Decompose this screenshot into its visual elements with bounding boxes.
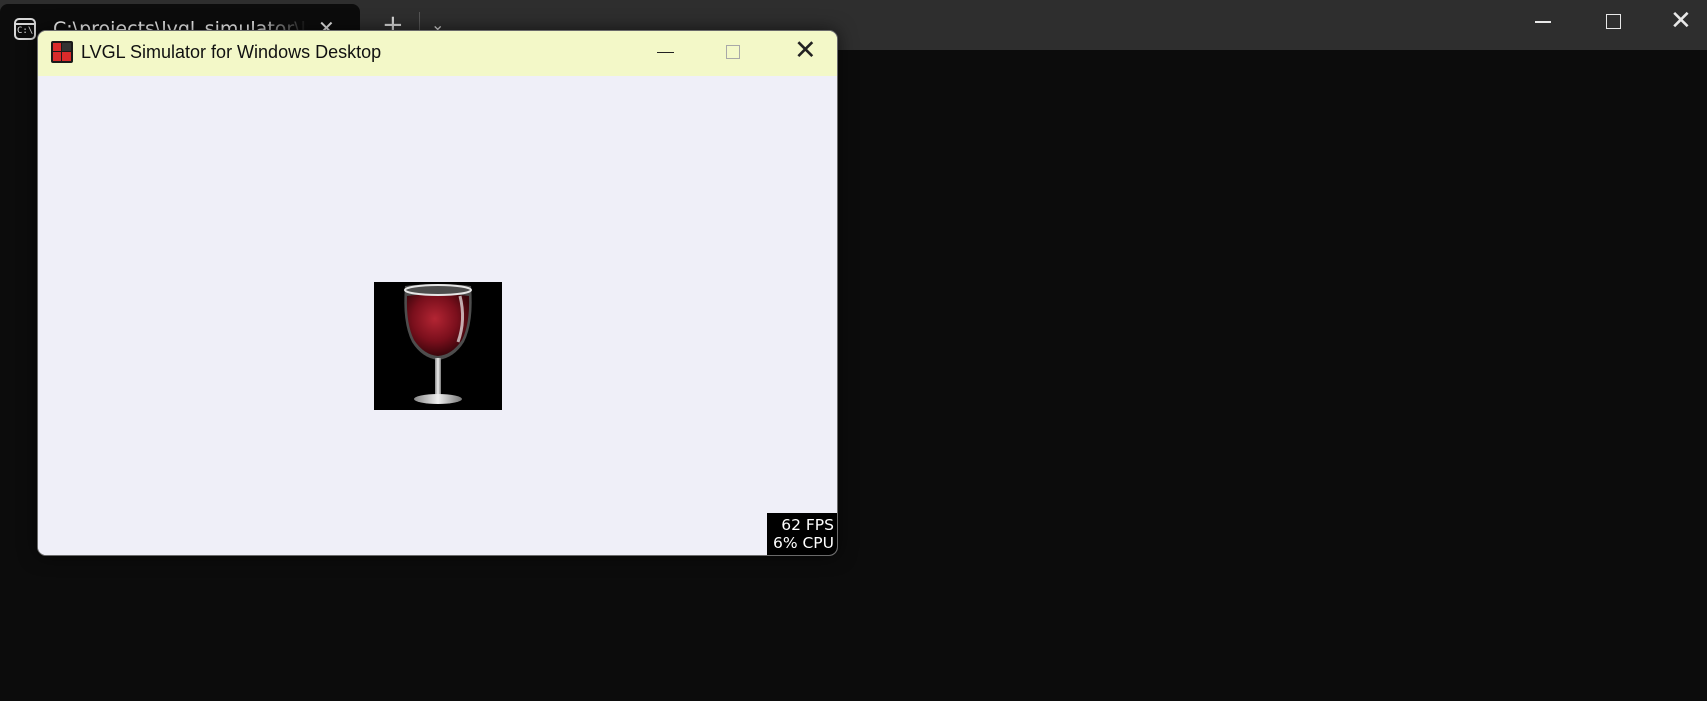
lvgl-simulator-window: LVGL Simulator for Windows Desktop ✕ 62 … bbox=[37, 30, 838, 556]
minimize-icon[interactable] bbox=[1533, 9, 1553, 31]
performance-monitor: 62 FPS 6% CPU bbox=[767, 513, 837, 555]
lvgl-canvas[interactable]: 62 FPS 6% CPU bbox=[38, 76, 837, 555]
minimize-icon[interactable] bbox=[654, 37, 678, 67]
fps-label: 62 FPS bbox=[781, 516, 834, 534]
lvgl-titlebar[interactable]: LVGL Simulator for Windows Desktop ✕ bbox=[38, 31, 837, 76]
close-icon[interactable]: ✕ bbox=[1670, 5, 1692, 37]
close-icon[interactable]: ✕ bbox=[794, 35, 817, 67]
lvgl-logo-icon bbox=[51, 41, 73, 63]
cpu-label: 6% CPU bbox=[772, 534, 834, 552]
maximize-icon[interactable] bbox=[1606, 14, 1621, 29]
maximize-icon[interactable] bbox=[726, 45, 740, 59]
wine-glass-image bbox=[374, 282, 502, 410]
window-title: LVGL Simulator for Windows Desktop bbox=[81, 42, 382, 62]
console-icon: C:\ bbox=[14, 18, 36, 40]
